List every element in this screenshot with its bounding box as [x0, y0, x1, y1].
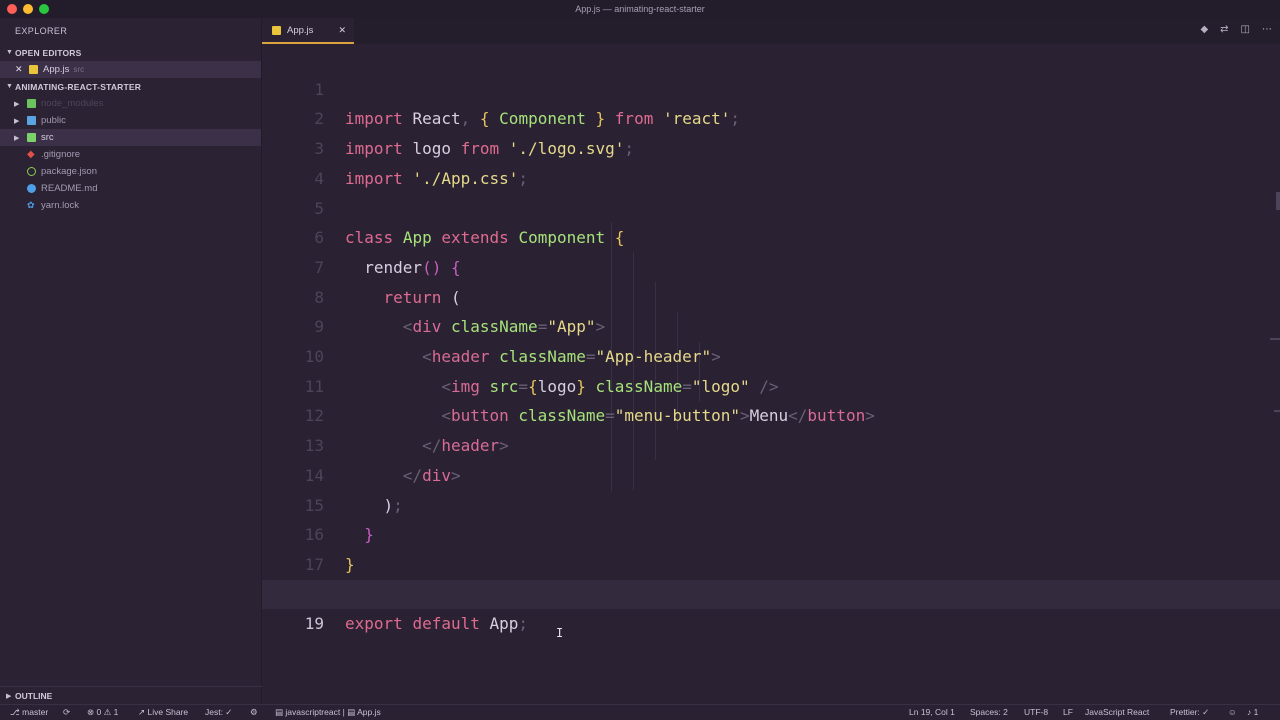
tree-item-src[interactable]: ▶ src: [0, 129, 261, 146]
live-share-button[interactable]: ↗ Live Share: [138, 707, 188, 718]
code-line: 12 </header>: [304, 406, 509, 456]
branch-indicator[interactable]: ⎇ master: [10, 707, 48, 718]
folder-src-icon: [27, 133, 36, 142]
code-icon: ▤: [275, 707, 284, 717]
scrollbar-marker: [1276, 192, 1280, 210]
sync-icon[interactable]: ⟳: [63, 707, 70, 718]
code-line: 9 <header className="App-header">: [314, 317, 721, 366]
code-line: 11 <button className="menu-button">Menu<…: [304, 376, 875, 426]
scrollbar-marker: [1270, 338, 1280, 340]
code-line: 1 import React, { Component } from 'reac…: [314, 79, 741, 129]
code-line: 18 export default App;: [305, 585, 529, 634]
project-section[interactable]: ▼ ANIMATING-REACT-STARTER: [0, 78, 261, 95]
code-line: 16 }: [304, 525, 355, 574]
open-changes-icon[interactable]: ⇄: [1220, 24, 1228, 35]
error-icon: ⊗: [87, 707, 95, 717]
live-share-icon: ↗: [138, 707, 146, 717]
git-branch-icon: ⎇: [10, 707, 20, 717]
maximize-window-button[interactable]: [39, 4, 49, 14]
close-window-button[interactable]: [7, 4, 17, 14]
js-file-icon: [272, 25, 281, 35]
git-icon: ◆: [27, 149, 35, 160]
yarn-icon: ✿: [27, 200, 35, 210]
more-actions-icon[interactable]: ⋯: [1262, 24, 1272, 35]
indentation[interactable]: Spaces: 2: [970, 707, 1008, 717]
git-compare-icon[interactable]: ◆: [1200, 24, 1208, 35]
tree-item-gitignore[interactable]: ◆ .gitignore: [0, 146, 261, 163]
code-line: 14 );: [304, 465, 403, 515]
current-line[interactable]: 19: [262, 579, 1280, 633]
code-line: 5 class App extends Component {: [314, 198, 625, 248]
code-line: 13 </div>: [304, 436, 461, 485]
editor-actions: ◆ ⇄ ◫ ⋯: [1200, 24, 1272, 35]
prettier-status[interactable]: Prettier: ✓: [1170, 707, 1209, 718]
minimize-window-button[interactable]: [23, 4, 33, 14]
info-icon: [27, 184, 36, 193]
mouse-cursor-icon: I: [556, 626, 564, 640]
code-editor[interactable]: 1 import React, { Component } from 'reac…: [262, 44, 1280, 704]
chevron-right-icon: ▶: [14, 134, 20, 142]
chevron-down-icon: ▼: [6, 83, 14, 90]
line-ending[interactable]: LF: [1063, 707, 1073, 717]
code-line: 17: [304, 554, 324, 574]
tree-item-yarn-lock[interactable]: ✿ yarn.lock: [0, 197, 261, 214]
js-file-icon: ▤: [347, 707, 356, 717]
title-bar: App.js — animating-react-starter: [0, 0, 1280, 18]
chevron-right-icon: ▶: [14, 117, 20, 125]
scrollbar-marker: [1274, 410, 1280, 412]
chevron-right-icon: ▶: [6, 692, 12, 700]
folder-public-icon: [27, 116, 36, 125]
explorer-sidebar: EXPLORER ▼ OPEN EDITORS ✕ App.js src ▼ A…: [0, 18, 262, 704]
language-selector[interactable]: JavaScript React: [1085, 707, 1149, 717]
encoding[interactable]: UTF-8: [1024, 707, 1048, 717]
feedback-smiley-icon[interactable]: ☺: [1228, 707, 1237, 717]
close-icon[interactable]: ✕: [15, 64, 25, 75]
tab-bar: App.js ✕ ◆ ⇄ ◫ ⋯: [262, 18, 1280, 44]
chevron-down-icon: ▼: [6, 49, 14, 56]
js-file-icon: [29, 65, 38, 74]
close-icon[interactable]: ✕: [338, 25, 346, 36]
window-title: App.js — animating-react-starter: [575, 4, 705, 14]
window-controls: [7, 4, 49, 14]
language-mode-indicator[interactable]: ▤ javascriptreact | ▤ App.js: [275, 707, 381, 718]
code-line: 8 <div className="App">: [314, 287, 606, 337]
package-icon: [27, 167, 36, 176]
bell-icon: ♪: [1247, 707, 1252, 717]
code-line: 7 return (: [314, 257, 461, 307]
chevron-right-icon: ▶: [14, 100, 20, 108]
tree-item-public[interactable]: ▶ public: [0, 112, 261, 129]
cursor-position[interactable]: Ln 19, Col 1: [909, 707, 955, 717]
debug-icon[interactable]: ⚙: [250, 707, 258, 718]
outline-section[interactable]: ▶ OUTLINE: [0, 686, 262, 704]
tab-app-js[interactable]: App.js ✕: [262, 18, 354, 44]
warning-icon: ⚠: [103, 707, 112, 717]
code-line: 4: [314, 168, 324, 188]
split-editor-icon[interactable]: ◫: [1241, 24, 1250, 35]
explorer-header: EXPLORER: [15, 26, 68, 36]
open-editor-item[interactable]: ✕ App.js src: [0, 61, 261, 78]
code-line: 6 render() {: [314, 228, 461, 277]
code-line: 10 <img src={logo} className="logo" />: [304, 347, 779, 396]
problems-indicator[interactable]: ⊗ 0 ⚠ 1: [87, 707, 118, 718]
notifications-indicator[interactable]: ♪ 1: [1247, 707, 1258, 717]
folder-node-icon: [27, 99, 36, 108]
status-bar: ⎇ master ⟳ ⊗ 0 ⚠ 1 ↗ Live Share Jest: ✓ …: [0, 704, 1280, 720]
tree-item-readme[interactable]: README.md: [0, 180, 261, 197]
tree-item-node-modules[interactable]: ▶ node_modules: [0, 95, 261, 112]
open-editors-section[interactable]: ▼ OPEN EDITORS: [0, 44, 261, 61]
code-line: 2 import logo from './logo.svg';: [314, 109, 635, 159]
code-line: 3 import './App.css';: [314, 139, 529, 188]
tree-item-package-json[interactable]: package.json: [0, 163, 261, 180]
jest-status[interactable]: Jest: ✓: [205, 707, 232, 718]
code-line: 15 }: [304, 495, 374, 545]
